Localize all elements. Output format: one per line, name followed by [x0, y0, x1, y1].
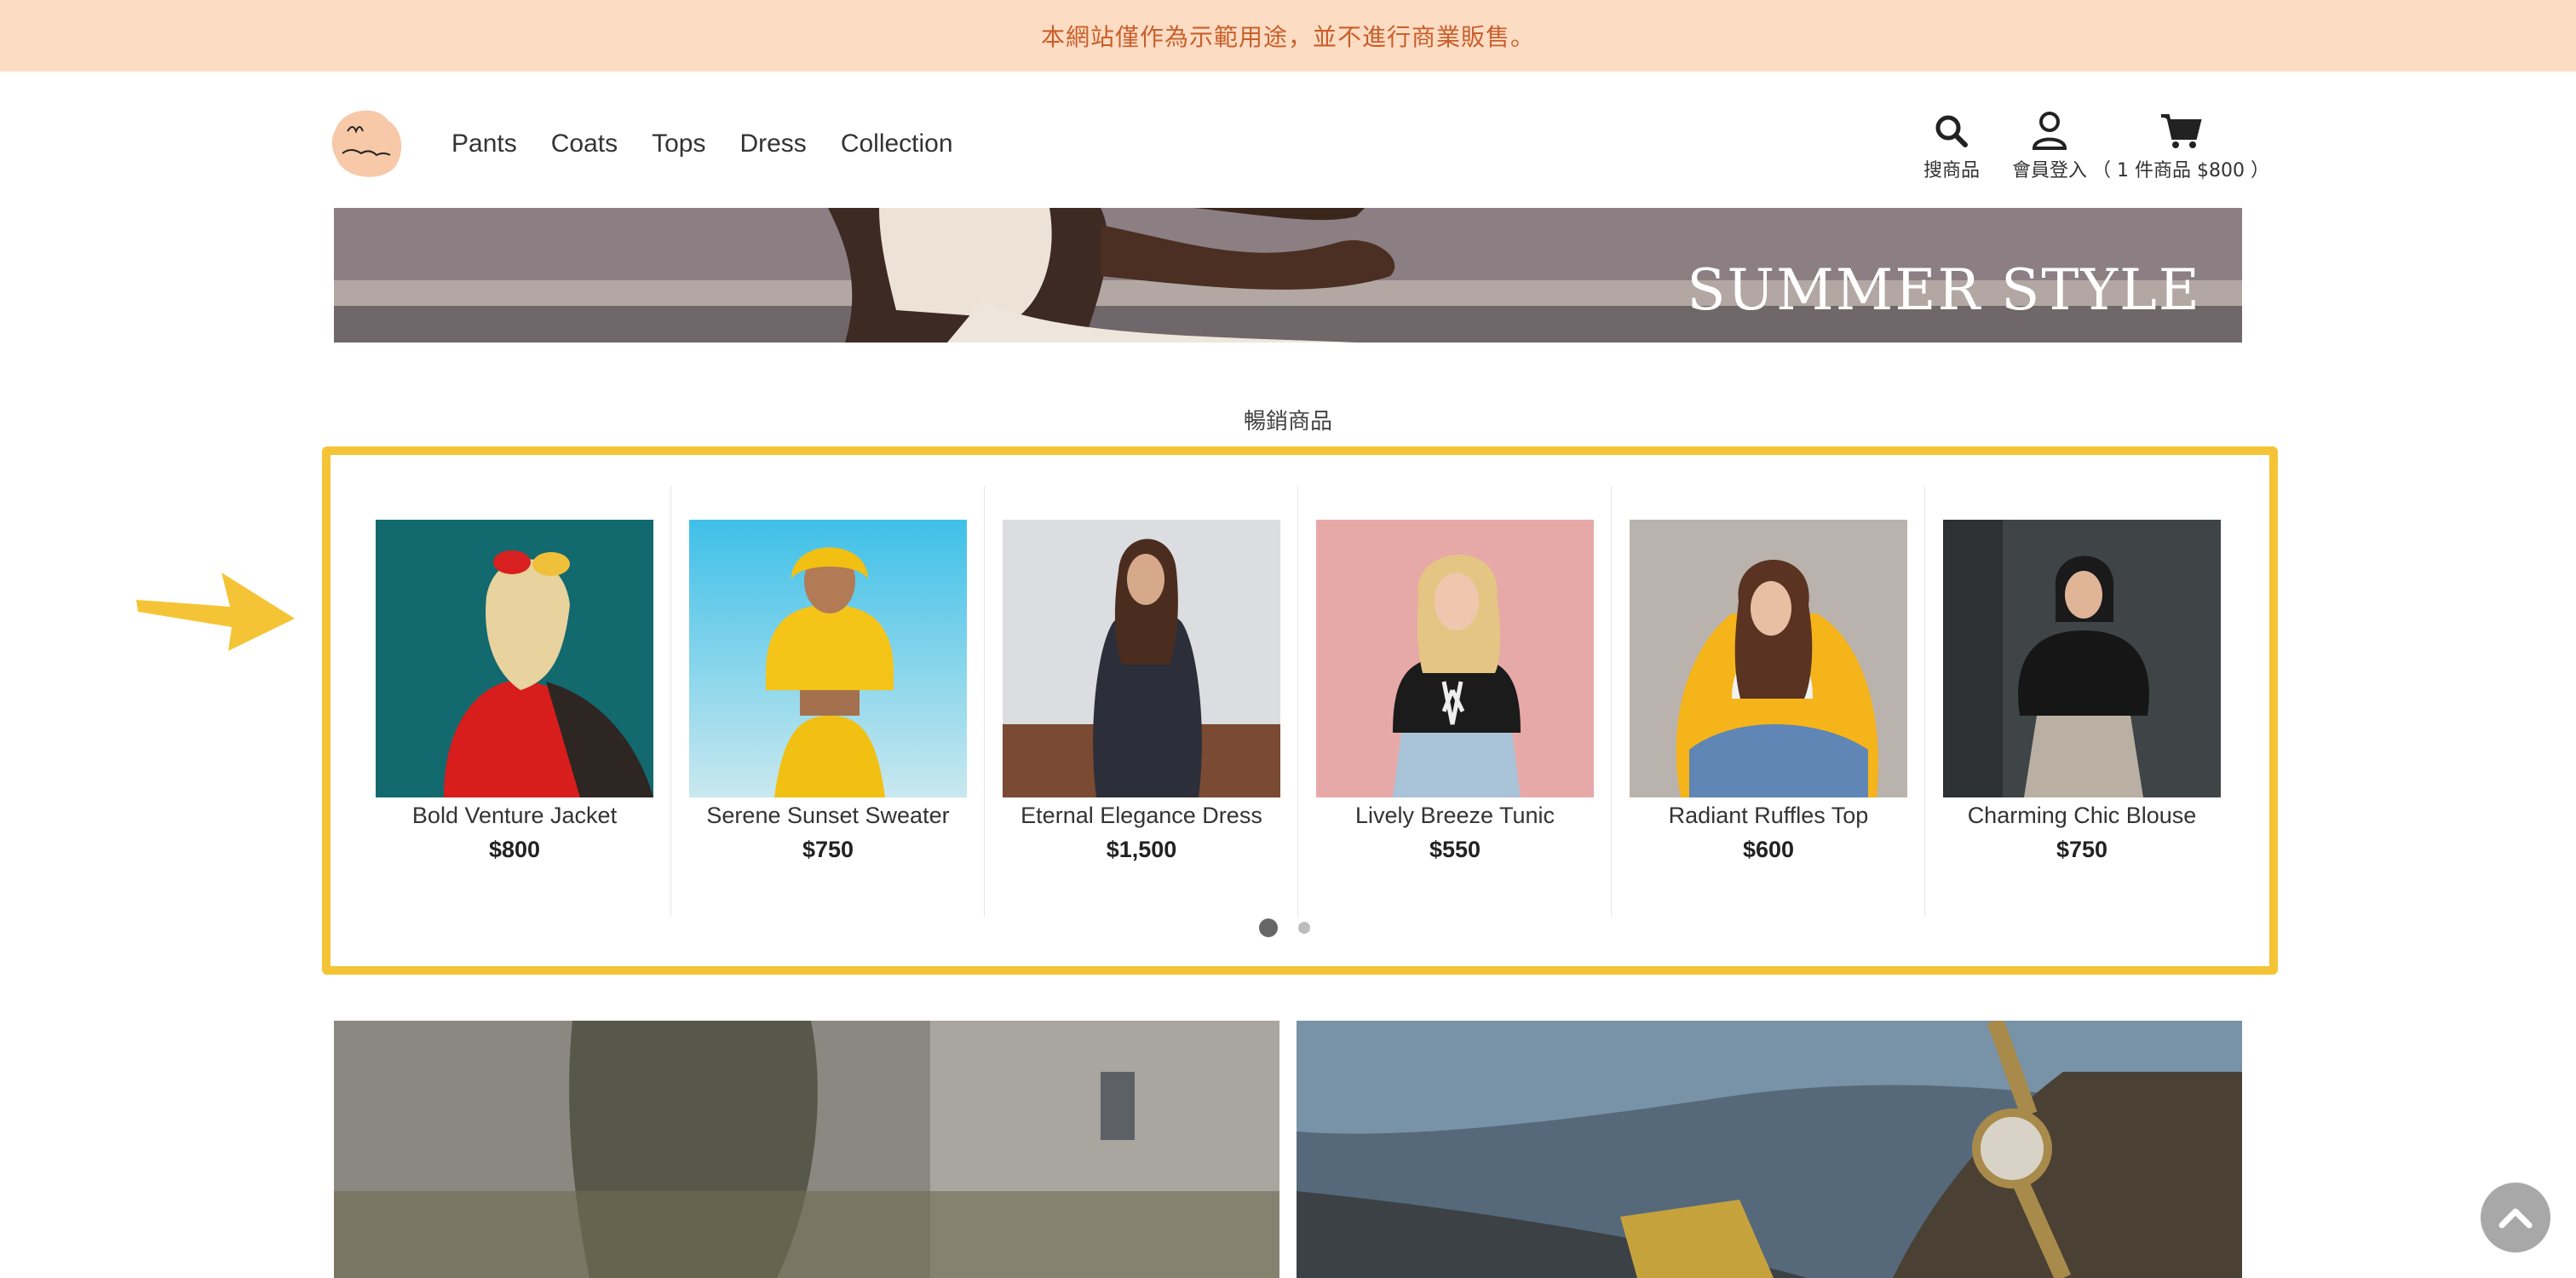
scroll-to-top-button[interactable] [2481, 1183, 2550, 1252]
product-price: $600 [1742, 837, 1795, 862]
product-price: $750 [802, 837, 854, 862]
product-price: $1,500 [1106, 837, 1177, 862]
nav-item-coats[interactable]: Coats [551, 130, 618, 158]
announcement-bar: 本網站僅作為示範用途，並不進行商業販售。 [0, 0, 2576, 72]
product-name[interactable]: Serene Sunset Sweater [671, 803, 985, 829]
nav-item-collection[interactable]: Collection [841, 130, 953, 158]
product-price: $800 [488, 837, 541, 862]
nav-item-pants[interactable]: Pants [451, 130, 517, 158]
pagination-dot-active[interactable] [1259, 918, 1278, 937]
best-sellers-title: 暢銷商品 [1243, 409, 1332, 435]
product-price: $550 [1429, 837, 1481, 862]
cart-icon [2159, 106, 2202, 150]
product-card[interactable]: Radiant Ruffles Top $600 [1612, 486, 1925, 917]
site-header: Pants Coats Tops Dress Collection 搜商品 會員… [0, 72, 2576, 208]
product-card[interactable]: Serene Sunset Sweater $750 [671, 486, 985, 917]
product-image[interactable] [1630, 520, 1907, 797]
main-nav: Pants Coats Tops Dress Collection [451, 72, 953, 216]
product-card[interactable]: Lively Breeze Tunic $550 [1298, 486, 1612, 917]
product-image[interactable] [376, 520, 653, 797]
product-name[interactable]: Eternal Elegance Dress [985, 803, 1298, 829]
product-image[interactable] [1003, 520, 1280, 797]
search-icon [1933, 106, 1970, 150]
carousel-pagination [1259, 918, 1310, 937]
product-name[interactable]: Bold Venture Jacket [358, 803, 671, 829]
promo-tile-left[interactable] [334, 1021, 1279, 1278]
login-label: 會員登入 [2011, 160, 2087, 181]
promo-tile-right[interactable] [1297, 1021, 2242, 1278]
nav-item-tops[interactable]: Tops [652, 130, 705, 158]
cart-summary: （ 1 件商品 $800 ） [2092, 160, 2269, 181]
product-card[interactable]: Bold Venture Jacket $800 [358, 486, 671, 917]
chevron-up-icon [2498, 1208, 2533, 1229]
brand-logo[interactable] [327, 104, 409, 181]
product-name[interactable]: Lively Breeze Tunic [1298, 803, 1612, 829]
banner-title: SUMMER STYLE [1687, 257, 2201, 323]
search-button[interactable]: 搜商品 [1913, 106, 1990, 191]
nav-item-dress[interactable]: Dress [739, 130, 806, 158]
user-icon [2032, 106, 2067, 150]
product-card[interactable]: Charming Chic Blouse $750 [1925, 486, 2239, 917]
pointer-arrow-icon [136, 573, 298, 651]
login-button[interactable]: 會員登入 [2007, 106, 2092, 191]
product-image[interactable] [689, 520, 967, 797]
cart-button[interactable]: （ 1 件商品 $800 ） [2092, 106, 2269, 191]
product-image[interactable] [1316, 520, 1594, 797]
product-name[interactable]: Radiant Ruffles Top [1612, 803, 1925, 829]
announcement-text: 本網站僅作為示範用途，並不進行商業販售。 [1040, 23, 1535, 51]
product-card[interactable]: Eternal Elegance Dress $1,500 [985, 486, 1298, 917]
pagination-dot[interactable] [1298, 922, 1310, 934]
search-label: 搜商品 [1923, 160, 1980, 181]
product-list: Bold Venture Jacket $800 Serene Sunset S… [358, 486, 2239, 917]
hero-banner[interactable]: SUMMER STYLE [334, 208, 2242, 343]
product-image[interactable] [1943, 520, 2221, 797]
product-price: $750 [2056, 837, 2108, 862]
product-name[interactable]: Charming Chic Blouse [1925, 803, 2239, 829]
